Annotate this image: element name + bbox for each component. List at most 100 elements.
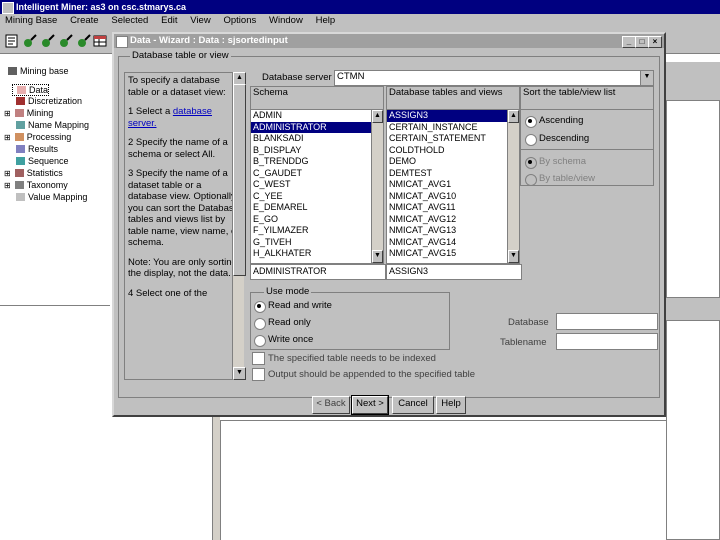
list-item[interactable]: F_YILMAZER [251, 225, 383, 237]
results-icon [16, 145, 25, 153]
value-mapping-icon [16, 193, 25, 201]
tree-item-results[interactable]: Results [12, 144, 58, 154]
help-button[interactable]: Help [436, 396, 466, 414]
close-icon[interactable]: × [648, 36, 662, 48]
schema-list[interactable]: Schema ADMIN ADMINISTRATOR BLANKSADI B_DISP… [250, 86, 384, 264]
write-once-label: Write once [268, 334, 314, 345]
tree-item-taxonomy[interactable]: ⊞ Taxonomy [4, 180, 68, 190]
read-write-radio[interactable] [254, 301, 266, 313]
list-item[interactable]: CERTAIN_STATEMENT [387, 133, 519, 145]
left-lower-pane [0, 305, 110, 540]
tablename-field[interactable] [556, 333, 658, 350]
maximize-icon[interactable]: □ [635, 36, 649, 48]
menu-view[interactable]: View [185, 14, 215, 28]
list-item[interactable]: C_WEST [251, 179, 383, 191]
instructions-step1: 1 Select a database server. [128, 106, 212, 129]
menu-selected[interactable]: Selected [106, 14, 153, 28]
menu-edit[interactable]: Edit [156, 14, 182, 28]
tree-item-processing[interactable]: ⊞ Processing [4, 132, 71, 142]
right-upper-pane [666, 100, 720, 298]
tables-scrollbar[interactable]: ▲ ▼ [507, 110, 519, 263]
indexed-checkbox[interactable] [252, 352, 265, 365]
menu-help[interactable]: Help [311, 14, 341, 28]
list-item[interactable]: NMICAT_AVG14 [387, 237, 519, 249]
table-field[interactable]: ASSIGN3 [386, 264, 522, 280]
list-item[interactable]: NMICAT_AVG12 [387, 214, 519, 226]
minimize-icon[interactable]: _ [622, 36, 636, 48]
expand-icon[interactable]: ⊞ [4, 181, 11, 190]
next-button[interactable]: Next > [351, 395, 389, 415]
list-item[interactable]: DEMTEST [387, 168, 519, 180]
instructions-scrollbar[interactable]: ▲ ▼ [232, 72, 246, 380]
scroll-up-icon[interactable]: ▲ [508, 110, 519, 123]
list-item[interactable]: C_YEE [251, 191, 383, 203]
menu-window[interactable]: Window [264, 14, 308, 28]
database-server-select[interactable]: CTMN ▼ [334, 70, 654, 86]
scroll-up-icon[interactable]: ▲ [372, 110, 383, 123]
list-item[interactable]: G_TIVEH [251, 237, 383, 249]
new-icon[interactable] [4, 33, 20, 49]
indexed-label: The specified table needs to be indexed [268, 353, 436, 364]
write-once-radio[interactable] [254, 335, 266, 347]
schema-field[interactable]: ADMINISTRATOR [250, 264, 386, 280]
list-item[interactable]: ASSIGN3 [387, 110, 519, 122]
descending-radio[interactable] [525, 134, 537, 146]
menu-create[interactable]: Create [65, 14, 104, 28]
menu-mining-base[interactable]: Mining Base [0, 14, 62, 28]
list-item[interactable]: NMICAT_AVG13 [387, 225, 519, 237]
by-table-radio[interactable] [525, 174, 537, 186]
run-icon[interactable] [40, 33, 56, 49]
list-item[interactable]: ADMINISTRATOR [251, 121, 383, 133]
results-icon[interactable] [76, 33, 92, 49]
list-item[interactable]: NMICAT_AVG1 [387, 179, 519, 191]
append-checkbox[interactable] [252, 368, 265, 381]
schema-header: Schema [251, 87, 383, 110]
list-item[interactable]: NMICAT_AVG15 [387, 248, 519, 260]
tree-item-mining[interactable]: ⊞ Mining [4, 108, 53, 118]
by-schema-radio[interactable] [525, 157, 537, 169]
list-item[interactable]: NMICAT_AVG10 [387, 191, 519, 203]
read-only-radio[interactable] [254, 318, 266, 330]
table-icon[interactable] [92, 33, 108, 49]
list-item[interactable]: CERTAIN_INSTANCE [387, 122, 519, 134]
tree-item-statistics[interactable]: ⊞ Statistics [4, 168, 63, 178]
tables-list[interactable]: Database tables and views ASSIGN3 CERTAIN… [386, 86, 520, 264]
ascending-radio[interactable] [525, 116, 537, 128]
scroll-thumb[interactable] [233, 84, 246, 276]
folder-icon [8, 67, 17, 75]
list-item[interactable]: H_ALKHATER [251, 248, 383, 260]
tree-item-name-mapping[interactable]: Name Mapping [12, 120, 89, 130]
list-item[interactable]: E_DEMAREL [251, 202, 383, 214]
menu-options[interactable]: Options [218, 14, 261, 28]
list-item[interactable]: COLDTHOLD [387, 145, 519, 157]
tree-item-sequence[interactable]: Sequence [12, 156, 69, 166]
tree-item-data[interactable]: Data [12, 84, 50, 96]
list-item[interactable]: B_DISPLAY [251, 145, 383, 157]
mining-icon [14, 109, 24, 117]
list-item[interactable]: DEMO [387, 156, 519, 168]
wizard-icon[interactable] [22, 33, 38, 49]
tree-root[interactable]: Mining base [4, 66, 69, 76]
right-lower-pane [666, 320, 720, 540]
list-item[interactable]: E_GO [251, 214, 383, 226]
cancel-button[interactable]: Cancel [392, 396, 434, 414]
tree-item-discretization[interactable]: Discretization [12, 96, 82, 106]
schema-scrollbar[interactable]: ▲ ▼ [371, 110, 383, 263]
scroll-down-icon[interactable]: ▼ [233, 367, 246, 380]
list-item[interactable]: B_TRENDDG [251, 156, 383, 168]
list-item[interactable]: NMICAT_AVG11 [387, 202, 519, 214]
scroll-down-icon[interactable]: ▼ [508, 250, 519, 263]
expand-icon[interactable]: ⊞ [4, 109, 11, 118]
list-item[interactable]: BLANKSADI [251, 133, 383, 145]
list-item[interactable]: ADMIN [251, 110, 383, 122]
mining-run-icon[interactable] [58, 33, 74, 49]
tree-item-value-mapping[interactable]: Value Mapping [12, 192, 87, 202]
expand-icon[interactable]: ⊞ [4, 169, 11, 178]
expand-icon[interactable]: ⊞ [4, 133, 11, 142]
chevron-down-icon[interactable]: ▼ [640, 71, 653, 85]
scroll-down-icon[interactable]: ▼ [372, 250, 383, 263]
database-label: Database [508, 317, 549, 328]
back-button[interactable]: < Back [312, 396, 350, 414]
database-field[interactable] [556, 313, 658, 330]
list-item[interactable]: C_GAUDET [251, 168, 383, 180]
